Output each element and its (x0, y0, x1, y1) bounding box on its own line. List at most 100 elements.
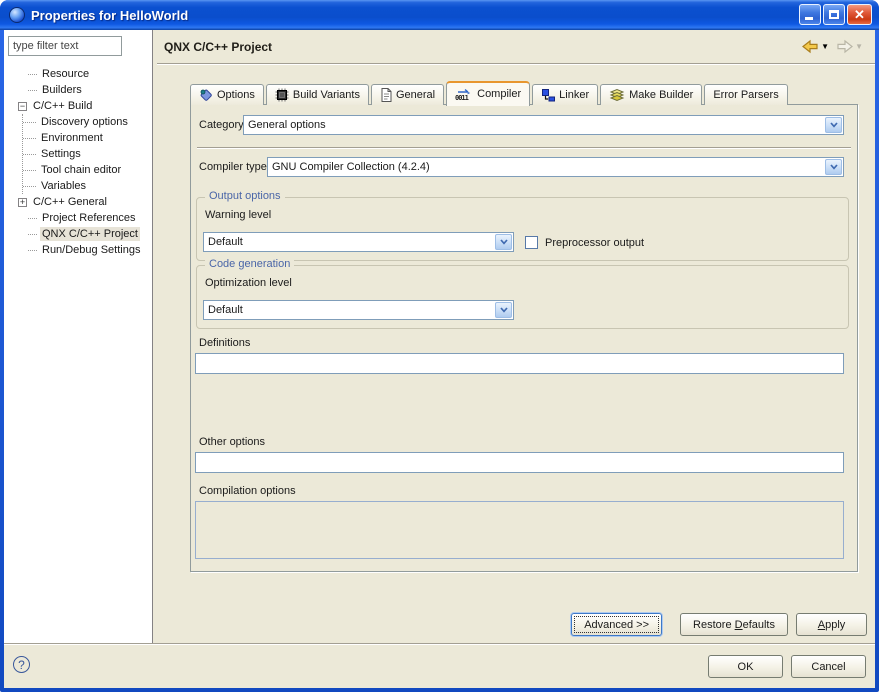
tree-connector (23, 154, 36, 155)
tree-connector (23, 186, 36, 187)
tree-item-project-references[interactable]: Project References (4, 210, 152, 226)
category-separator (197, 147, 851, 149)
forward-button[interactable]: ▼ (833, 38, 865, 55)
category-combobox[interactable]: General options (243, 115, 844, 135)
cancel-button[interactable]: Cancel (791, 655, 866, 678)
other-options-label: Other options (199, 436, 265, 448)
header-separator (157, 63, 875, 65)
compiler-type-combobox[interactable]: GNU Compiler Collection (4.2.4) (267, 157, 844, 177)
code-generation-group: Code generation Optimization level Defau… (196, 265, 849, 329)
window-title: Properties for HelloWorld (31, 8, 188, 23)
dropdown-arrow-icon[interactable] (825, 159, 842, 175)
chip-icon (275, 88, 289, 102)
apply-button[interactable]: Apply (796, 613, 867, 636)
definitions-label: Definitions (199, 337, 250, 349)
tree-connector (28, 90, 37, 91)
preprocessor-output-label: Preprocessor output (545, 237, 644, 249)
history-nav: ▼ ▼ (799, 38, 865, 55)
forward-menu-caret-icon: ▼ (855, 42, 863, 51)
document-icon (380, 88, 392, 102)
restore-defaults-button[interactable]: Restore Defaults (680, 613, 788, 636)
output-options-group: Output options Warning level Default Pre… (196, 197, 849, 261)
minimize-button[interactable] (799, 4, 821, 25)
minimize-icon (805, 17, 813, 20)
compiler-type-value: GNU Compiler Collection (4.2.4) (268, 161, 824, 173)
tab-make-builder[interactable]: Make Builder (600, 84, 702, 105)
layers-icon (609, 88, 625, 102)
tab-label: General (396, 89, 435, 101)
tree-item-builders[interactable]: Builders (4, 82, 152, 98)
compiler-icon: 0011 (455, 88, 473, 101)
tree-item-run-debug-settings[interactable]: Run/Debug Settings (4, 242, 152, 258)
tab-label: Make Builder (629, 89, 693, 101)
collapse-icon[interactable] (18, 102, 27, 111)
tab-label: Compiler (477, 88, 521, 100)
filter-input[interactable] (8, 36, 122, 56)
tab-label: Options (217, 89, 255, 101)
output-options-title: Output options (205, 190, 285, 202)
compiler-type-label: Compiler type: (199, 161, 270, 173)
compiler-tab-pane: Category General options Compiler type: … (190, 104, 858, 572)
definitions-input[interactable] (195, 353, 844, 374)
tree-item-cc-general[interactable]: C/C++ General (4, 194, 152, 210)
dropdown-arrow-icon[interactable] (825, 117, 842, 133)
tab-label: Error Parsers (713, 89, 778, 101)
close-button[interactable]: ✕ (847, 4, 872, 25)
tree-connector (28, 218, 37, 219)
tab-build-variants[interactable]: Build Variants (266, 84, 369, 105)
page-actions: Advanced >> Restore Defaults Apply (571, 613, 867, 636)
tree-item-cc-build[interactable]: C/C++ Build (4, 98, 152, 114)
main-panel: QNX C/C++ Project ▼ ▼ (157, 30, 875, 643)
tree-item-environment[interactable]: Environment (23, 130, 152, 146)
category-value: General options (244, 119, 824, 131)
tab-label: Build Variants (293, 89, 360, 101)
maximize-button[interactable] (823, 4, 845, 25)
tree-connector (28, 74, 37, 75)
warning-level-value: Default (204, 236, 494, 248)
svg-text:0011: 0011 (455, 94, 469, 101)
tab-general[interactable]: General (371, 84, 444, 105)
advanced-button[interactable]: Advanced >> (571, 613, 662, 636)
sidebar: Resource Builders C/C++ Build Discovery … (4, 30, 152, 643)
optimization-level-combobox[interactable]: Default (203, 300, 514, 320)
tree-connector (23, 122, 36, 123)
optimization-level-value: Default (204, 304, 494, 316)
footer: ? OK Cancel (4, 645, 875, 688)
tab-compiler[interactable]: 0011 Compiler (446, 81, 530, 106)
tree-connector (28, 250, 37, 251)
tab-label: Linker (559, 89, 589, 101)
back-button[interactable]: ▼ (799, 38, 831, 55)
tree-item-discovery-options[interactable]: Discovery options (23, 114, 152, 130)
other-options-input[interactable] (195, 452, 844, 473)
tab-options[interactable]: Options (190, 84, 264, 105)
app-icon (9, 7, 25, 23)
titlebar[interactable]: Properties for HelloWorld ✕ (0, 0, 879, 30)
expand-icon[interactable] (18, 198, 27, 207)
tree-item-qnx-cc-project[interactable]: QNX C/C++ Project (4, 226, 152, 242)
compilation-options-textarea (195, 501, 844, 559)
category-label: Category (199, 119, 244, 131)
dropdown-arrow-icon[interactable] (495, 302, 512, 318)
warning-level-combobox[interactable]: Default (203, 232, 514, 252)
help-icon: ? (18, 658, 25, 672)
tree-item-tool-chain-editor[interactable]: Tool chain editor (23, 162, 152, 178)
tree-item-variables[interactable]: Variables (23, 178, 152, 194)
tree-item-settings[interactable]: Settings (23, 146, 152, 162)
dropdown-arrow-icon[interactable] (495, 234, 512, 250)
help-button[interactable]: ? (13, 656, 30, 673)
linker-icon (541, 88, 555, 102)
warning-level-label: Warning level (205, 209, 271, 221)
tree-connector (28, 234, 37, 235)
ok-button[interactable]: OK (708, 655, 783, 678)
tab-bar: Options Build Variants General (190, 80, 858, 105)
tab-error-parsers[interactable]: Error Parsers (704, 84, 787, 105)
forward-arrow-icon (835, 39, 854, 54)
tree-connector (23, 170, 36, 171)
dialog-client-area: Resource Builders C/C++ Build Discovery … (4, 30, 875, 688)
preprocessor-output-checkbox[interactable] (525, 236, 538, 249)
tree-item-resource[interactable]: Resource (4, 66, 152, 82)
tab-linker[interactable]: Linker (532, 84, 598, 105)
back-menu-caret-icon[interactable]: ▼ (821, 42, 829, 51)
compilation-options-label: Compilation options (199, 485, 296, 497)
close-icon: ✕ (848, 5, 871, 24)
